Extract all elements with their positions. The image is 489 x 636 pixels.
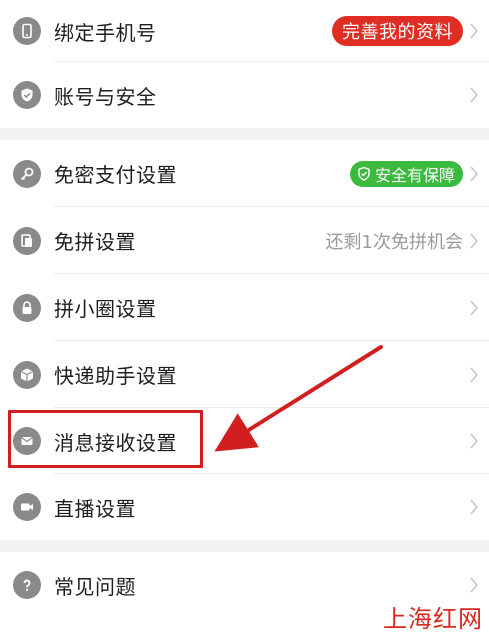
highlight-box — [8, 410, 203, 468]
chevron-right-icon — [469, 433, 479, 449]
menu-item-password-free-pay[interactable]: 免密支付设置 安全有保障 — [0, 140, 489, 207]
chevron-right-icon — [469, 23, 479, 39]
menu-item-courier[interactable]: 快递助手设置 — [0, 341, 489, 408]
menu-item-label: 常见问题 — [54, 574, 136, 599]
shield-check-icon — [13, 81, 41, 109]
menu-item-label: 快递助手设置 — [54, 364, 177, 388]
section-gap — [0, 540, 489, 552]
chevron-right-icon — [469, 300, 479, 316]
menu-item-live[interactable]: 直播设置 — [0, 474, 489, 540]
chevron-right-icon — [469, 166, 479, 182]
menu-item-group-free[interactable]: 免拼设置 还剩1次免拼机会 — [0, 207, 489, 274]
menu-item-label: 拼小圈设置 — [54, 297, 157, 321]
package-icon — [13, 360, 41, 389]
menu-item-circle[interactable]: 拼小圈设置 — [0, 274, 489, 341]
section-gap — [0, 128, 489, 140]
chevron-right-icon — [469, 87, 479, 103]
chevron-right-icon — [469, 577, 479, 593]
video-camera-icon — [13, 493, 41, 521]
menu-item-label: 绑定手机号 — [54, 20, 157, 45]
key-icon — [13, 159, 41, 188]
menu-item-label: 免拼设置 — [54, 230, 136, 254]
question-icon — [13, 571, 41, 599]
chevron-right-icon — [469, 233, 479, 249]
watermark: 上海红网 — [383, 605, 483, 633]
menu-item-label: 免密支付设置 — [54, 163, 177, 187]
complete-profile-badge[interactable]: 完善我的资料 — [332, 16, 463, 46]
shield-icon — [358, 166, 370, 181]
security-guarantee-badge: 安全有保障 — [349, 160, 463, 187]
lock-icon — [13, 293, 41, 322]
menu-item-label: 直播设置 — [54, 496, 136, 521]
phone-icon — [13, 17, 41, 45]
chevron-right-icon — [469, 499, 479, 515]
remaining-chances-text: 还剩1次免拼机会 — [325, 231, 463, 253]
menu-item-label: 账号与安全 — [54, 84, 157, 109]
menu-item-account-security[interactable]: 账号与安全 — [0, 62, 489, 128]
badge-text: 安全有保障 — [374, 165, 455, 185]
menu-item-bind-phone[interactable]: 绑定手机号 完善我的资料 — [0, 0, 489, 62]
chevron-right-icon — [469, 367, 479, 383]
coupon-icon — [13, 226, 41, 255]
